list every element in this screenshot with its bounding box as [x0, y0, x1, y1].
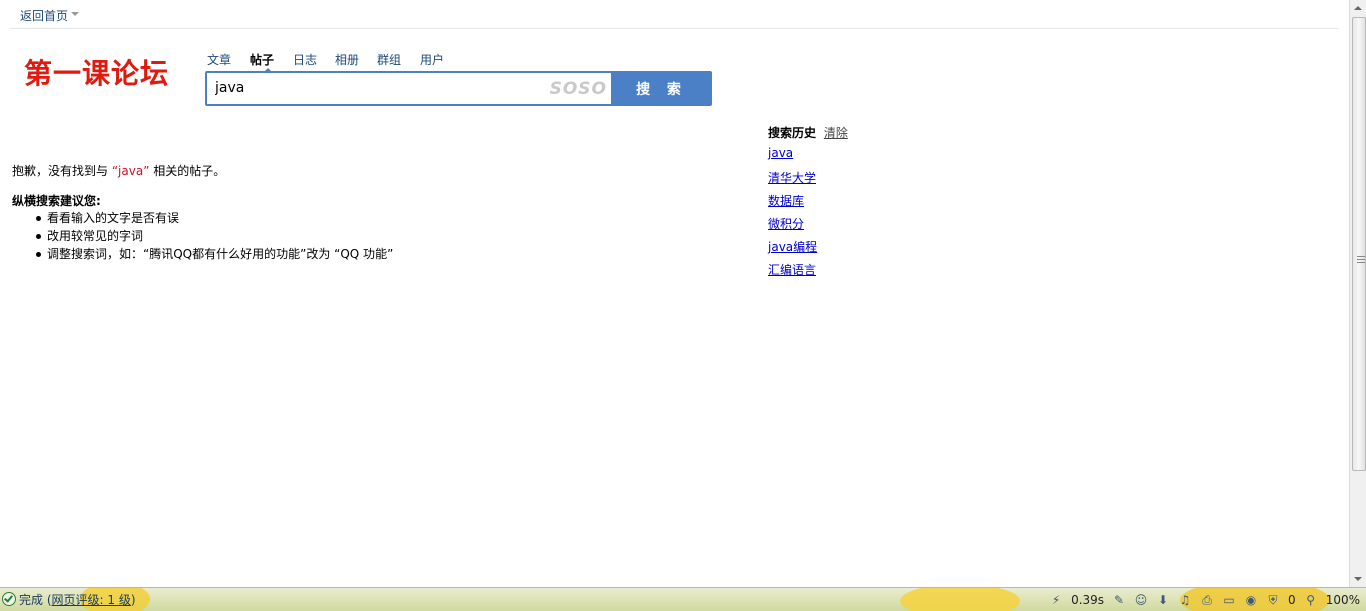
- speaker-icon[interactable]: ♫: [1178, 593, 1192, 607]
- shield-icon[interactable]: ⛨: [1266, 593, 1280, 607]
- download-icon[interactable]: ⬇: [1156, 593, 1170, 607]
- rating-close-paren: ): [130, 593, 136, 607]
- tab-posts[interactable]: 帖子: [250, 51, 274, 68]
- top-divider: [10, 28, 1339, 29]
- scroll-down-icon[interactable]: [1354, 577, 1362, 581]
- search-input-wrapper: SOSO: [207, 73, 611, 104]
- status-left: 完成 (网页评级: 1 级): [2, 591, 136, 608]
- site-logo[interactable]: 第一课论坛: [24, 52, 169, 92]
- suggestion-item: 看看输入的文字是否有误: [35, 209, 393, 227]
- top-bar: 返回首页: [0, 0, 1349, 29]
- scrollbar-thumb[interactable]: [1352, 17, 1366, 471]
- zoom-level[interactable]: 100%: [1326, 593, 1360, 607]
- status-right: ⚡ 0.39s ✎ ☺ ⬇ ♫ ⎙ ▭ ◉ ⛨ 0 ⚲ 100%: [1049, 591, 1360, 609]
- soso-brand-logo: SOSO: [549, 79, 607, 99]
- search-button[interactable]: 搜 索: [611, 71, 712, 106]
- tab-articles[interactable]: 文章: [207, 51, 231, 68]
- suggestion-item: 调整搜索词，如：“腾讯QQ都有什么好用的功能”改为 “QQ 功能”: [35, 247, 394, 261]
- search-history-list: java 清华大学 数据库 微积分 java编程 汇编语言: [768, 146, 848, 284]
- page-rating-link[interactable]: 网页评级: 1 级: [52, 593, 131, 607]
- tab-groups[interactable]: 群组: [377, 51, 401, 68]
- window-icon[interactable]: ▭: [1222, 593, 1236, 607]
- suggestion-title: 纵横搜索建议您:: [12, 194, 101, 208]
- search-bar: SOSO 搜 索: [205, 71, 712, 106]
- browser-status-bar: 完成 (网页评级: 1 级) ⚡ 0.39s ✎ ☺ ⬇ ♫ ⎙ ▭ ◉ ⛨ 0…: [0, 587, 1366, 611]
- page: 返回首页 第一课论坛 文章 帖子 日志 相册 群组 用户 SOSO 搜 索 抱歉…: [0, 0, 1366, 611]
- search-history-header: 搜索历史 清除: [768, 124, 848, 140]
- search-input[interactable]: [215, 77, 545, 99]
- status-text: 完成: [19, 593, 44, 607]
- dropdown-caret-icon[interactable]: [71, 12, 79, 16]
- scroll-up-icon[interactable]: [1354, 6, 1362, 10]
- lightning-icon[interactable]: ⚡: [1049, 593, 1063, 607]
- pen-icon[interactable]: ✎: [1112, 593, 1126, 607]
- history-item-java-programming[interactable]: java编程: [768, 240, 817, 254]
- eye-icon[interactable]: ◉: [1244, 593, 1258, 607]
- scrollbar-grip-icon: [1357, 256, 1365, 264]
- tab-blogs[interactable]: 日志: [293, 51, 317, 68]
- blocked-count: 0: [1288, 593, 1296, 607]
- tab-albums[interactable]: 相册: [335, 51, 359, 68]
- history-item-tsinghua[interactable]: 清华大学: [768, 171, 816, 185]
- search-history-title: 搜索历史: [768, 126, 817, 140]
- clear-history-link[interactable]: 清除: [824, 126, 848, 140]
- no-results-message: 抱歉，没有找到与 “java” 相关的帖子。: [12, 162, 225, 179]
- done-check-icon: [2, 592, 16, 606]
- vertical-scrollbar[interactable]: [1349, 0, 1366, 587]
- printer-icon[interactable]: ⎙: [1200, 593, 1214, 607]
- zoom-icon[interactable]: ⚲: [1304, 593, 1318, 607]
- tab-users[interactable]: 用户: [420, 51, 444, 68]
- no-results-keyword: “java”: [111, 164, 150, 178]
- user-icon[interactable]: ☺: [1134, 593, 1148, 607]
- suggestion-item: 改用较常见的字词: [35, 227, 393, 245]
- history-item-assembly[interactable]: 汇编语言: [768, 263, 816, 277]
- load-time: 0.39s: [1071, 593, 1105, 607]
- suggestion-list: 看看输入的文字是否有误 改用较常见的字词 调整搜索词，如：“腾讯QQ都有什么好用…: [35, 209, 394, 263]
- history-item-database[interactable]: 数据库: [768, 194, 804, 208]
- no-results-prefix: 抱歉，没有找到与: [12, 164, 112, 178]
- search-history-panel: 搜索历史 清除 java 清华大学 数据库 微积分 java编程 汇编语言: [768, 124, 848, 284]
- skin-flower-decoration: [900, 588, 1020, 611]
- back-home-link[interactable]: 返回首页: [20, 7, 68, 24]
- history-item-java[interactable]: java: [768, 146, 793, 160]
- history-item-calculus[interactable]: 微积分: [768, 217, 804, 231]
- no-results-suffix: 相关的帖子。: [149, 164, 226, 178]
